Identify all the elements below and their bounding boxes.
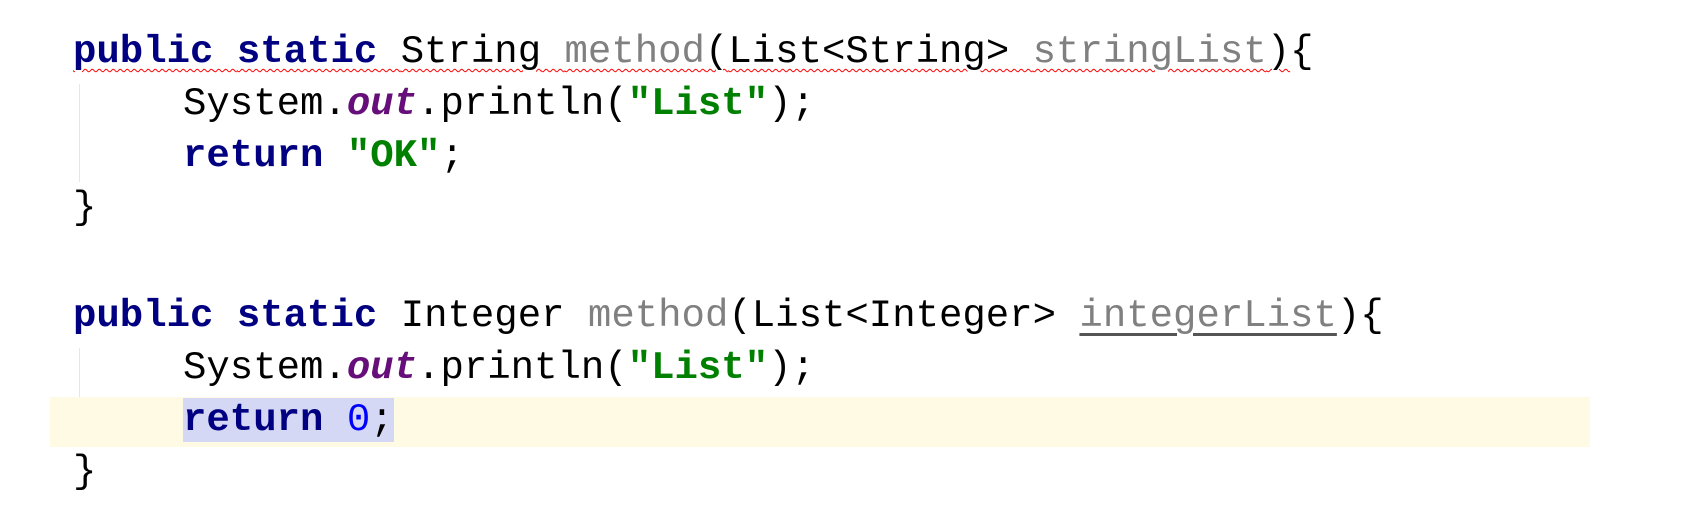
code-line-method1-signature[interactable]: public static String method(List<String>…	[73, 26, 1314, 78]
code-line-method2-close[interactable]: }	[73, 446, 96, 498]
code-line-method1-close[interactable]: }	[73, 182, 96, 234]
code-line-method2-signature[interactable]: public static Integer method(List<Intege…	[73, 290, 1384, 342]
static-field-out: out	[346, 346, 418, 390]
param-type: List<String>	[728, 30, 1010, 74]
print-call: .println(	[417, 346, 628, 390]
print-receiver: System.	[183, 346, 347, 390]
close-paren: )	[1336, 294, 1361, 338]
open-brace: {	[1290, 30, 1314, 74]
code-line-method1-print[interactable]: System.out.println("List");	[73, 78, 815, 130]
print-receiver: System.	[183, 82, 347, 126]
string-literal: "List"	[627, 346, 769, 390]
keyword-static: static	[236, 294, 378, 338]
keyword-public: public	[73, 294, 214, 338]
return-type: String	[400, 30, 542, 74]
param-name: integerList	[1079, 294, 1337, 338]
return-type: Integer	[400, 294, 565, 338]
keyword-public: public	[73, 30, 214, 74]
open-paren: (	[704, 30, 729, 74]
method-name: method	[587, 294, 729, 338]
close-brace: }	[73, 186, 97, 230]
code-line-method2-print[interactable]: System.out.println("List");	[73, 342, 815, 394]
static-field-out: out	[346, 82, 418, 126]
keyword-static: static	[236, 30, 378, 74]
open-paren: (	[728, 294, 752, 338]
statement-end: ;	[370, 398, 394, 442]
print-call: .println(	[417, 82, 628, 126]
statement-end: );	[768, 346, 815, 390]
code-editor[interactable]: public static String method(List<String>…	[0, 0, 1702, 512]
close-brace: }	[73, 450, 97, 494]
string-literal: "List"	[627, 82, 769, 126]
code-line-method2-return[interactable]: return 0;	[73, 394, 394, 446]
statement-end: );	[768, 82, 815, 126]
close-paren: )	[1266, 30, 1291, 74]
method-name: method	[564, 30, 705, 74]
keyword-return: return	[183, 134, 324, 178]
code-line-method1-return[interactable]: return "OK";	[73, 130, 464, 182]
error-highlight: public static String method(List<String>…	[73, 30, 1290, 74]
statement-end: ;	[440, 134, 464, 178]
number-literal: 0	[346, 398, 371, 442]
open-brace: {	[1360, 294, 1384, 338]
param-type: List<Integer>	[751, 294, 1057, 338]
string-literal: "OK"	[346, 134, 441, 178]
param-name: stringList	[1032, 30, 1267, 74]
keyword-return: return	[183, 398, 324, 442]
text-selection: return 0;	[183, 398, 394, 442]
